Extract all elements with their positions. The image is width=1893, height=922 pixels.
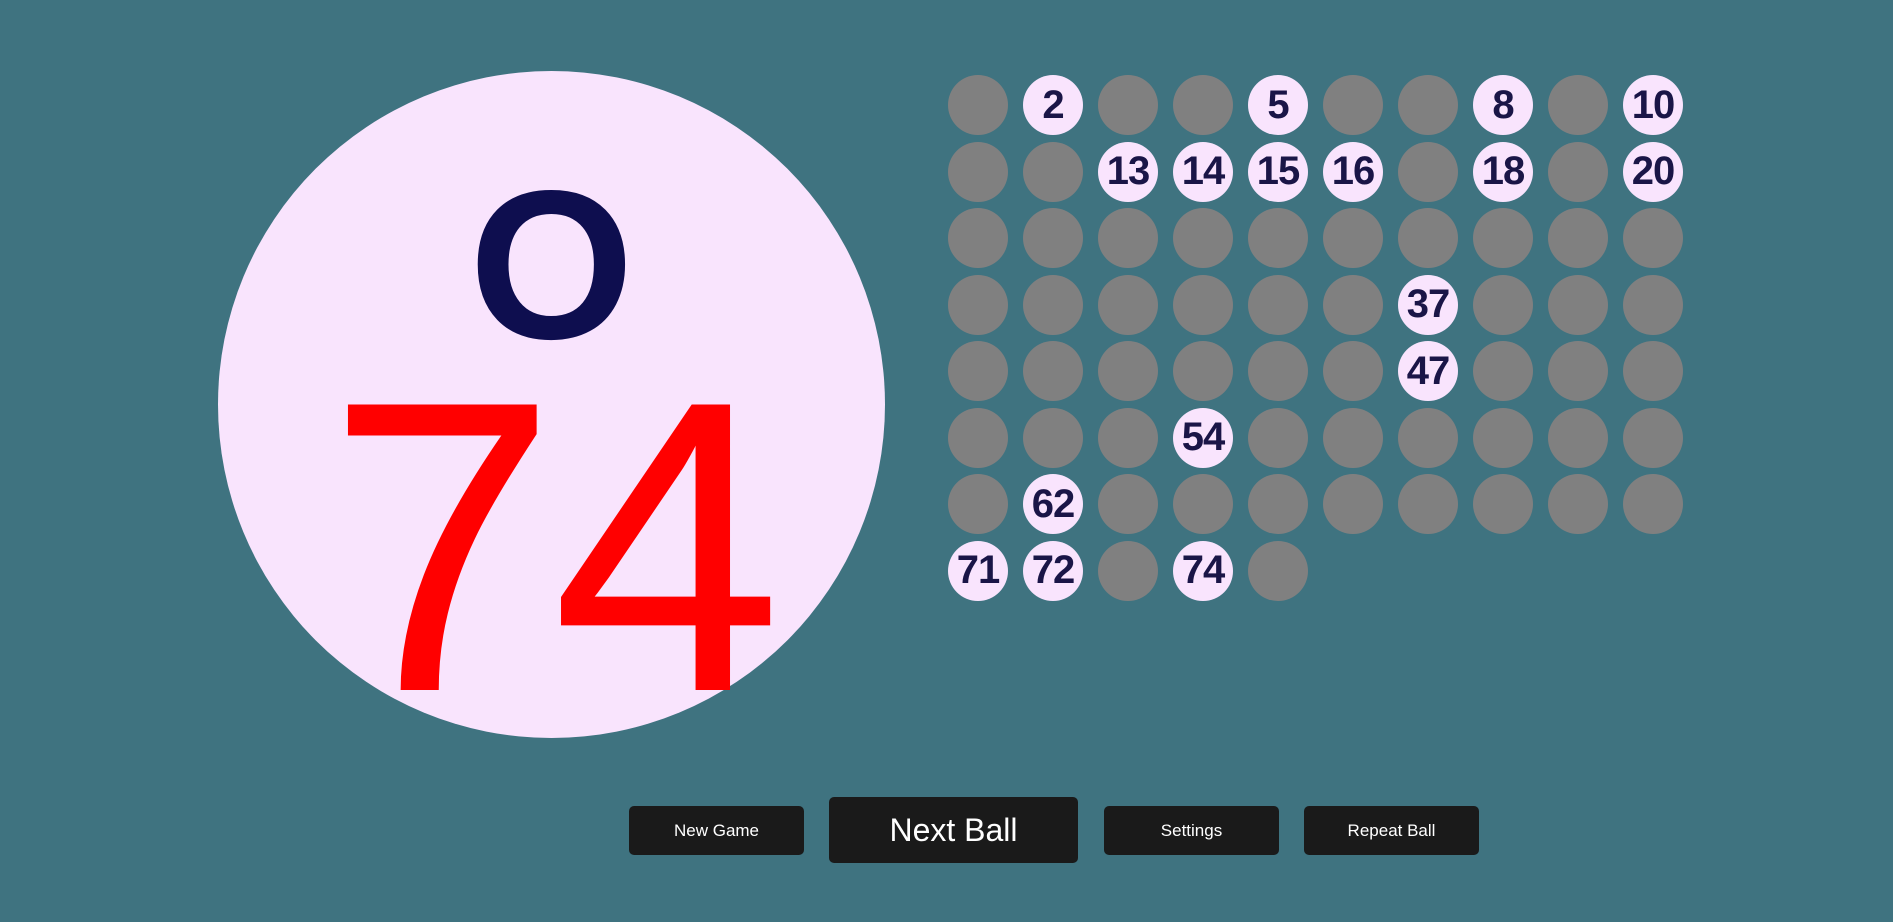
- next-ball-button[interactable]: Next Ball: [829, 797, 1078, 863]
- board-cell-uncalled: [1623, 407, 1683, 468]
- board-cell-uncalled: [1323, 208, 1383, 268]
- board-cell-uncalled: [1323, 474, 1383, 534]
- board-cell-called: 37: [1398, 274, 1458, 335]
- board-cell-uncalled: [1023, 341, 1083, 401]
- board-cell-uncalled: [1548, 75, 1608, 135]
- board-cell-uncalled: [1023, 208, 1083, 268]
- board-cell-uncalled: [1173, 75, 1233, 135]
- board-cell-uncalled: [1248, 341, 1308, 401]
- board-cell-uncalled: [1398, 141, 1458, 202]
- board-cell-uncalled: [1623, 474, 1683, 534]
- board-cell-uncalled: [1398, 407, 1458, 468]
- board-cell-uncalled: [948, 341, 1008, 401]
- board-cell-uncalled: [948, 141, 1008, 202]
- board-cell-uncalled: [1098, 407, 1158, 468]
- new-game-button[interactable]: New Game: [629, 806, 804, 855]
- board-cell-uncalled: [1473, 208, 1533, 268]
- board-cell-uncalled: [1323, 407, 1383, 468]
- board-cell-called: 2: [1023, 75, 1083, 135]
- board-cell-uncalled: [1398, 474, 1458, 534]
- board-cell-uncalled: [1473, 474, 1533, 534]
- board-cell-uncalled: [1323, 274, 1383, 335]
- board-cell-uncalled: [1248, 407, 1308, 468]
- board-cell-uncalled: [1473, 274, 1533, 335]
- board-cell-uncalled: [1173, 208, 1233, 268]
- board-cell-uncalled: [1473, 341, 1533, 401]
- board-cell-uncalled: [1323, 341, 1383, 401]
- board-cell-uncalled: [1623, 341, 1683, 401]
- board-cell-uncalled: [1023, 407, 1083, 468]
- board-cell-uncalled: [948, 208, 1008, 268]
- board-cell-uncalled: [1098, 75, 1158, 135]
- board-cell-uncalled: [1398, 208, 1458, 268]
- board-cell-uncalled: [1623, 274, 1683, 335]
- board-cell-uncalled: [1623, 208, 1683, 268]
- board-cell-uncalled: [1548, 474, 1608, 534]
- board-cell-called: 54: [1173, 407, 1233, 468]
- board-cell-uncalled: [1098, 474, 1158, 534]
- called-numbers-board: 2 5 8 10 13 14 15 16 18 20 37 47 54 62 71 72 74: [948, 75, 1683, 601]
- board-cell-called: 16: [1323, 141, 1383, 202]
- current-ball: O 74: [218, 71, 885, 754]
- board-cell-uncalled: [1023, 274, 1083, 335]
- board-cell-called: 14: [1173, 141, 1233, 202]
- board-cell-uncalled: [1323, 75, 1383, 135]
- board-cell-uncalled: [1098, 341, 1158, 401]
- board-cell-uncalled: [1098, 274, 1158, 335]
- board-cell-called: 15: [1248, 141, 1308, 202]
- board-cell-uncalled: [1548, 274, 1608, 335]
- board-cell-uncalled: [1173, 474, 1233, 534]
- board-cell-called: 13: [1098, 141, 1158, 202]
- repeat-ball-button[interactable]: Repeat Ball: [1304, 806, 1479, 855]
- board-cell-called: 62: [1023, 474, 1083, 534]
- board-cell-called: 72: [1023, 540, 1083, 601]
- board-cell-uncalled: [948, 407, 1008, 468]
- board-cell-uncalled: [1248, 474, 1308, 534]
- board-cell-called: 10: [1623, 75, 1683, 135]
- board-cell-uncalled: [1248, 274, 1308, 335]
- board-cell-uncalled: [1173, 341, 1233, 401]
- board-cell-uncalled: [1473, 407, 1533, 468]
- current-ball-number: 74: [326, 314, 783, 778]
- board-cell-uncalled: [1098, 540, 1158, 601]
- board-cell-uncalled: [1548, 341, 1608, 401]
- board-cell-uncalled: [1023, 141, 1083, 202]
- board-cell-called: 18: [1473, 141, 1533, 202]
- board-cell-uncalled: [948, 474, 1008, 534]
- board-cell-uncalled: [1248, 540, 1308, 601]
- board-cell-called: 74: [1173, 540, 1233, 601]
- board-cell-called: 20: [1623, 141, 1683, 202]
- board-cell-uncalled: [1173, 274, 1233, 335]
- board-cell-uncalled: [1398, 75, 1458, 135]
- board-cell-uncalled: [948, 75, 1008, 135]
- board-cell-uncalled: [1098, 208, 1158, 268]
- board-cell-called: 71: [948, 540, 1008, 601]
- board-cell-uncalled: [1248, 208, 1308, 268]
- board-cell-called: 47: [1398, 341, 1458, 401]
- board-cell-called: 8: [1473, 75, 1533, 135]
- board-cell-uncalled: [1548, 407, 1608, 468]
- board-cell-uncalled: [1548, 208, 1608, 268]
- board-cell-uncalled: [948, 274, 1008, 335]
- board-cell-uncalled: [1548, 141, 1608, 202]
- settings-button[interactable]: Settings: [1104, 806, 1279, 855]
- board-cell-called: 5: [1248, 75, 1308, 135]
